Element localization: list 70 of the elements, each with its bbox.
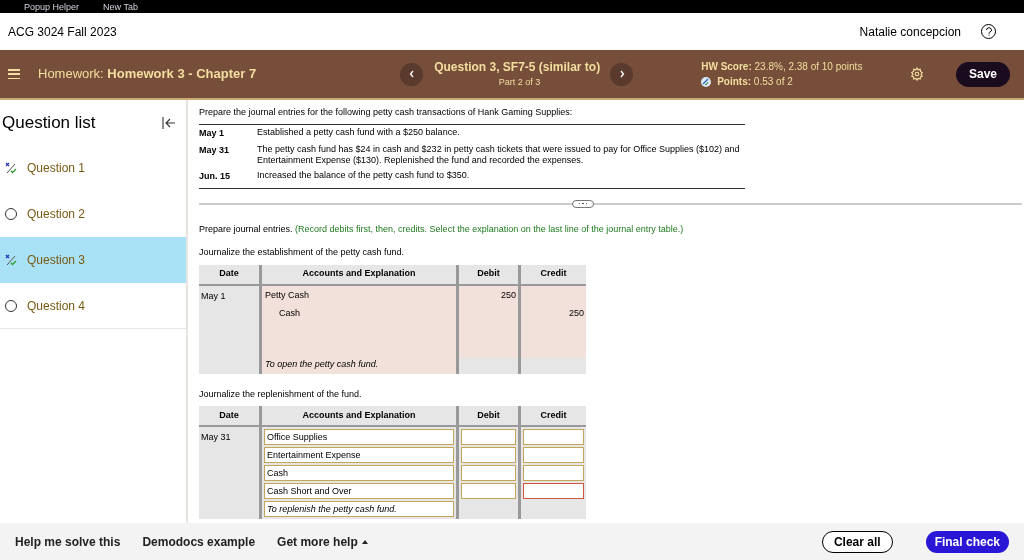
sidebar-title: Question list	[2, 112, 96, 135]
account-field[interactable]: Cash	[264, 465, 454, 481]
question-title: Question 3, SF7-5 (similar to)	[434, 59, 601, 77]
part-label: Part 2 of 3	[498, 76, 541, 90]
credit-field[interactable]	[523, 447, 584, 463]
account-name: Petty Cash	[265, 288, 311, 302]
explanation-text: To open the petty cash fund.	[265, 358, 380, 371]
column-header: Debit	[477, 267, 500, 281]
more-button[interactable]	[572, 199, 594, 208]
save-button[interactable]: Save	[956, 61, 1010, 87]
journal-heading: Journalize the establishment of the petty cash fund.	[199, 246, 406, 259]
collapse-icon[interactable]	[162, 117, 176, 129]
transaction-date: May 31	[199, 144, 231, 157]
date-cell: May 1	[199, 285, 259, 374]
partial-credit-icon	[5, 162, 17, 174]
progress-icon	[701, 76, 712, 87]
transaction-date: May 1	[199, 126, 225, 140]
clear-all-button[interactable]: Clear all	[821, 530, 893, 553]
column-header: Date	[219, 267, 239, 281]
column-header: Credit	[540, 408, 567, 422]
help-link[interactable]: Demodocs example	[142, 532, 256, 551]
chevron-right-icon	[618, 70, 625, 78]
explanation-field[interactable]: To replenish the petty cash fund.	[264, 501, 454, 517]
account-name: Cash	[278, 306, 301, 320]
account-field[interactable]: Office Supplies	[264, 429, 454, 445]
help-link[interactable]: Get more help	[277, 532, 368, 551]
bookmark-link[interactable]: New Tab	[103, 1, 138, 12]
next-button[interactable]	[610, 62, 634, 86]
column-header: Date	[219, 408, 239, 422]
date-cell: May 31	[199, 427, 259, 519]
final-check-button[interactable]: Final check	[925, 530, 1009, 553]
user-name[interactable]: Natalie concepcion	[859, 22, 961, 41]
transaction-text: The petty cash fund has $24 in cash and $232 in petty cash tickets that were issued to pay for Office Supplies ($102) and Entertainment Expense ($130). Replenished the fund and recorded the expenses.	[257, 144, 741, 166]
transaction-date: Jun. 15	[199, 170, 231, 183]
debit-field[interactable]	[461, 465, 516, 481]
journal-heading: Journalize the replenishment of the fund.	[199, 387, 363, 401]
column-header: Accounts and Explanation	[302, 267, 416, 281]
instructions-text: Prepare journal entries. (Record debits first, then, credits. Select the explanation on the last line of the journal entry table.)	[199, 222, 685, 236]
account-field[interactable]: Cash Short and Over	[264, 483, 454, 499]
question-item[interactable]: Question 1	[0, 145, 186, 191]
column-header: Accounts and Explanation	[302, 408, 416, 422]
course-title: ACG 3024 Fall 2023	[8, 23, 117, 41]
points-score: Points: 0.53 of 2	[717, 75, 793, 89]
column-header: Credit	[540, 267, 567, 281]
debit-field[interactable]	[461, 483, 516, 499]
settings-icon[interactable]	[910, 67, 924, 81]
debit-field[interactable]	[461, 447, 516, 463]
column-header: Debit	[477, 408, 500, 422]
transaction-text: Established a petty cash fund with a $250 balance.	[257, 126, 460, 139]
debit-field[interactable]	[461, 429, 516, 445]
caret-icon	[361, 540, 368, 545]
help-link[interactable]: Help me solve this	[15, 532, 121, 551]
account-field[interactable]: Entertainment Expense	[264, 447, 454, 463]
transaction-text: Increased the balance of the petty cash fund to $350.	[257, 170, 470, 182]
problem-intro: Prepare the journal entries for the following petty cash transactions of Hank Gaming Supplies:	[199, 106, 574, 119]
amount-cell-text: 250	[567, 306, 584, 320]
partial-credit-icon	[5, 254, 17, 266]
credit-field[interactable]	[523, 465, 584, 481]
question-item[interactable]: Question 3	[0, 237, 186, 283]
menu-icon[interactable]	[8, 69, 20, 79]
credit-field[interactable]	[523, 429, 584, 445]
previous-button[interactable]	[400, 62, 424, 86]
credit-field[interactable]	[523, 483, 584, 499]
chevron-left-icon	[408, 70, 415, 78]
amount-cell-text: 250	[499, 288, 516, 302]
bookmark-link[interactable]: Popup Helper	[24, 1, 80, 12]
hw-score: HW Score: 23.8%, 2.38 of 10 points	[701, 60, 864, 74]
homework-title: Homework: Homework 3 - Chapter 7	[38, 65, 257, 84]
question-item[interactable]: Question 2	[0, 191, 186, 237]
question-item[interactable]: Question 4	[0, 283, 186, 329]
